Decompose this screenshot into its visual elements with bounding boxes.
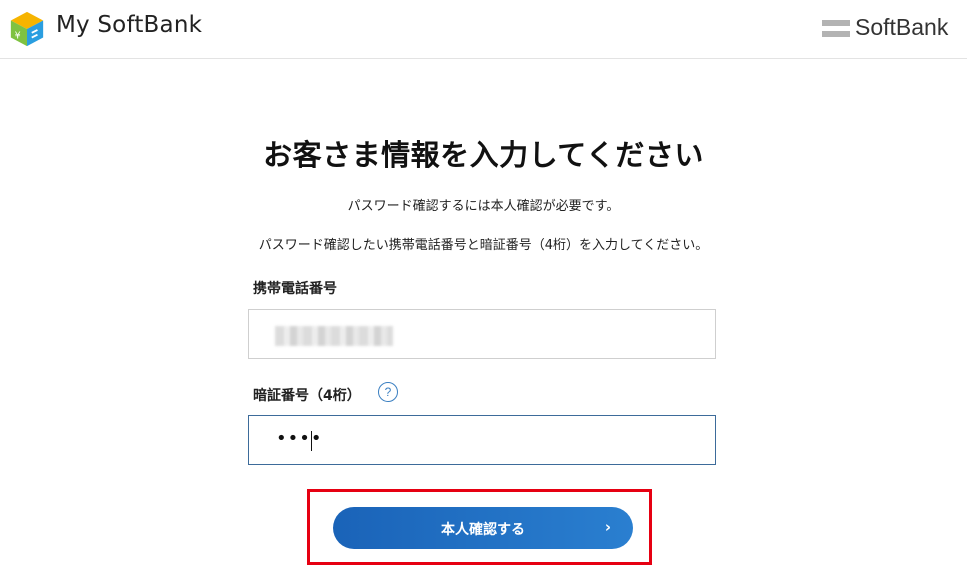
pin-input[interactable]: ••••	[248, 415, 716, 465]
instruction-text-1: パスワード確認するには本人確認が必要です。	[347, 199, 620, 214]
app-name[interactable]: My SoftBank	[56, 12, 202, 38]
pin-masked-value: ••••	[276, 428, 323, 449]
blurred-phone-value	[275, 326, 393, 346]
instruction-text-2: パスワード確認したい携帯電話番号と暗証番号（4桁）を入力してください。	[258, 238, 709, 253]
page-title: お客さま情報を入力してください	[263, 138, 704, 172]
chevron-right-icon: ›	[604, 518, 611, 536]
phone-number-label: 携帯電話番号	[253, 281, 337, 297]
pin-label: 暗証番号（4桁）	[253, 388, 361, 404]
brand-name: SoftBank	[855, 14, 949, 40]
confirm-identity-button[interactable]: 本人確認する ›	[333, 507, 633, 549]
my-softbank-logo-icon[interactable]: ¥	[8, 10, 46, 48]
top-header: ¥ My SoftBank SoftBank	[0, 0, 967, 59]
svg-text:¥: ¥	[15, 31, 21, 42]
text-caret	[311, 431, 312, 451]
confirm-button-label: 本人確認する	[441, 522, 525, 538]
phone-number-input[interactable]	[248, 309, 716, 359]
softbank-bars-icon	[822, 20, 850, 37]
question-circle-icon[interactable]: ?	[378, 382, 398, 402]
